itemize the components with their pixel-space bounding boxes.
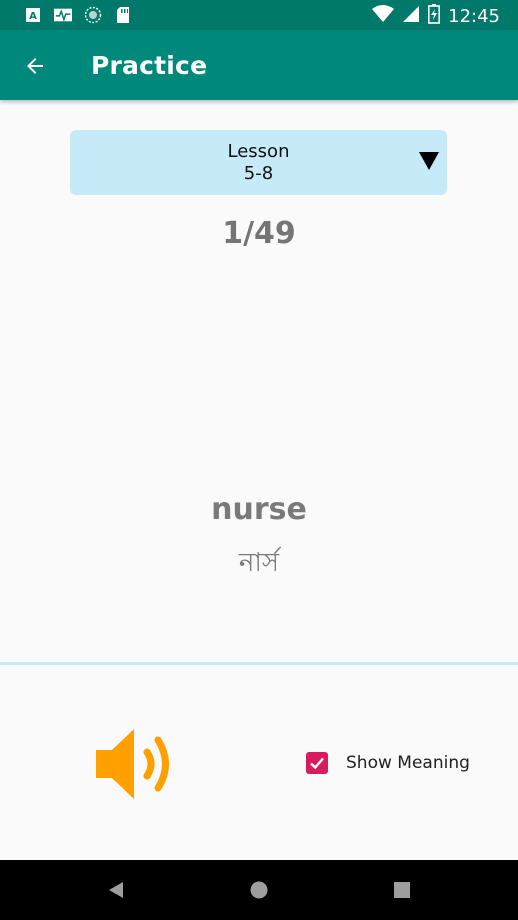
word-text: nurse [211, 492, 307, 527]
page-title: Practice [91, 51, 208, 80]
card-counter: 1/49 [222, 216, 296, 251]
volume-up-icon [96, 729, 169, 799]
divider [0, 662, 518, 665]
accessibility-icon: A [24, 6, 42, 24]
nav-back-button[interactable] [104, 878, 128, 902]
meaning-text: নার্স [238, 548, 280, 578]
cell-signal-icon [402, 5, 420, 28]
recents-square-icon [394, 882, 410, 898]
home-circle-icon [250, 881, 268, 899]
system-nav-bar [0, 860, 518, 920]
lesson-label-line2: 5-8 [243, 163, 274, 184]
app-bar: Practice [0, 30, 518, 100]
lesson-label-line1: Lesson [227, 141, 290, 162]
status-time: 12:45 [448, 6, 500, 27]
show-meaning-label: Show Meaning [346, 753, 470, 773]
status-left-icons: A [24, 6, 132, 24]
show-meaning-checkbox[interactable] [306, 752, 328, 774]
status-right-icons: 12:45 [372, 4, 500, 29]
dropdown-arrow-icon [419, 152, 439, 170]
show-meaning-toggle[interactable]: Show Meaning [306, 750, 470, 776]
speak-button[interactable] [94, 726, 184, 802]
sd-card-icon [114, 6, 132, 24]
lesson-dropdown[interactable]: Lesson 5-8 [70, 130, 447, 195]
nav-recents-button[interactable] [390, 878, 414, 902]
arrow-back-icon [27, 58, 43, 74]
back-button[interactable] [20, 51, 50, 81]
sync-icon [84, 6, 102, 24]
lesson-dropdown-label: Lesson 5-8 [70, 141, 447, 185]
nav-home-button[interactable] [247, 878, 271, 902]
status-bar: A 12:45 [0, 0, 518, 30]
activity-icon [54, 6, 72, 24]
check-icon [310, 757, 324, 770]
back-triangle-icon [109, 882, 123, 898]
wifi-icon [372, 5, 395, 28]
svg-text:A: A [29, 11, 37, 22]
battery-icon [428, 4, 441, 29]
